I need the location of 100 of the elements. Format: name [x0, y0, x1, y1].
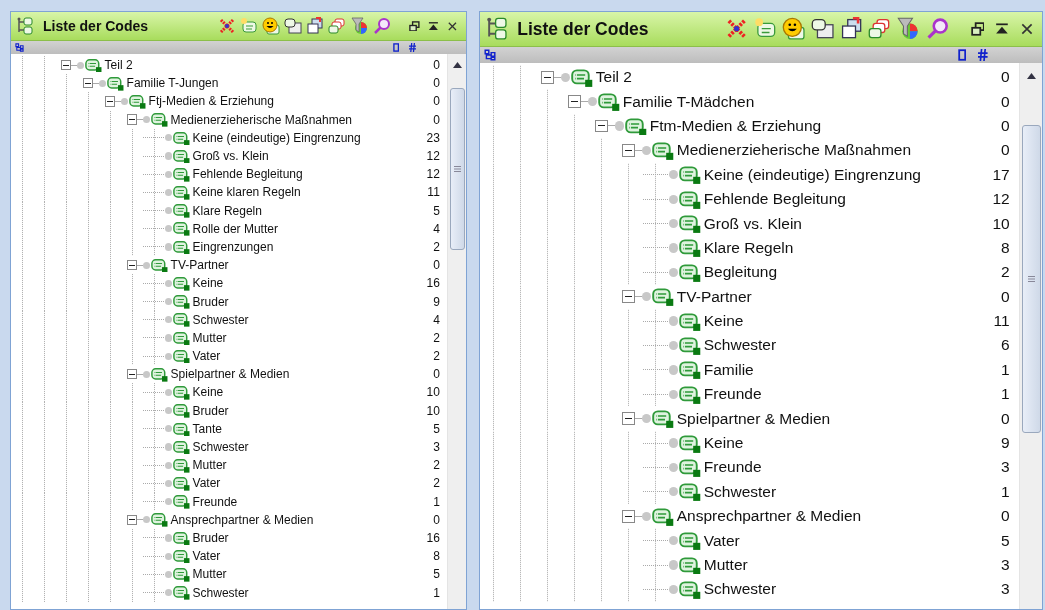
code-label[interactable]: Vater — [192, 476, 221, 491]
code-label[interactable]: Keine (eindeutige) Eingrenzung — [703, 165, 921, 184]
collapse-toggle[interactable] — [541, 70, 554, 84]
code-label[interactable]: Schwester — [192, 585, 249, 600]
collapse-toggle[interactable] — [82, 78, 94, 89]
code-label[interactable]: Schwester — [192, 312, 249, 327]
code-label[interactable]: Schwester — [703, 336, 777, 355]
collapse-toggle[interactable] — [126, 514, 138, 525]
code-label[interactable]: Keine (eindeutige) Eingrenzung — [192, 130, 361, 145]
collapse-toggle[interactable] — [622, 412, 635, 426]
cross-arrows-icon[interactable] — [217, 17, 236, 35]
code-label[interactable]: Eingrenzungen — [192, 239, 274, 254]
code-label[interactable]: Spielpartner & Medien — [170, 367, 290, 382]
collapse-toggle[interactable] — [595, 119, 608, 133]
code-label[interactable]: Schwester — [192, 440, 249, 455]
collapse-toggle[interactable] — [622, 290, 635, 304]
scroll-thumb[interactable] — [449, 88, 465, 250]
code-count: 17 — [992, 165, 1011, 184]
code-count: 0 — [433, 367, 441, 382]
code-label[interactable]: Begleitung — [703, 263, 778, 282]
search-icon[interactable] — [372, 17, 391, 35]
windows-arrow-icon[interactable] — [839, 17, 863, 41]
code-label[interactable]: TV-Partner — [170, 258, 229, 273]
hash-column-icon[interactable] — [408, 43, 416, 52]
color-filter-icon[interactable] — [897, 17, 921, 41]
collapse-toggle[interactable] — [60, 59, 72, 71]
collapse-toggle[interactable] — [568, 95, 581, 108]
smiley-icon[interactable] — [782, 17, 806, 41]
color-filter-icon[interactable] — [350, 17, 369, 35]
collapse-icon[interactable] — [995, 22, 1010, 36]
code-label[interactable]: Ansprechpartner & Medien — [170, 512, 314, 527]
code-label[interactable]: Teil 2 — [595, 68, 632, 87]
hash-column-icon[interactable] — [978, 49, 988, 61]
collapse-toggle[interactable] — [622, 143, 635, 157]
code-windows-icon[interactable] — [811, 17, 835, 41]
windows-arrow-icon[interactable] — [306, 17, 325, 35]
code-label[interactable]: Bruder — [192, 403, 229, 418]
tree-view-icon[interactable] — [15, 43, 24, 52]
code-label[interactable]: Familie T-Jungen — [126, 76, 219, 91]
code-label[interactable]: Mutter — [192, 458, 227, 473]
code-label[interactable]: Schwester — [703, 482, 777, 501]
code-label[interactable]: Bruder — [192, 294, 229, 309]
code-label[interactable]: Familie T-Mädchen — [622, 92, 755, 111]
code-icon — [85, 57, 103, 73]
code-label[interactable]: Mutter — [703, 556, 748, 574]
code-label[interactable]: Bruder — [192, 530, 229, 545]
code-label[interactable]: Keine klaren Regeln — [192, 185, 301, 200]
code-label[interactable]: Freunde — [192, 494, 238, 509]
up-arrow-icon[interactable] — [452, 62, 462, 68]
code-label[interactable]: Medienerzieherische Maßnahmen — [676, 141, 912, 160]
code-windows-icon[interactable] — [284, 17, 303, 35]
code-label[interactable]: Teil 2 — [104, 58, 133, 73]
restore-icon[interactable] — [970, 22, 985, 36]
code-label[interactable]: Groß vs. Klein — [703, 214, 802, 233]
collapse-icon[interactable] — [428, 20, 439, 32]
up-arrow-icon[interactable] — [1026, 73, 1036, 79]
code-label[interactable]: Keine — [192, 276, 224, 291]
rectangle-column-icon[interactable] — [957, 49, 966, 61]
code-label[interactable]: Vater — [192, 549, 221, 564]
code-label[interactable]: Keine — [192, 385, 224, 400]
code-label[interactable]: Schwester — [703, 580, 777, 599]
close-icon[interactable] — [1020, 22, 1034, 36]
collapse-toggle[interactable] — [104, 96, 116, 107]
code-label[interactable]: Keine — [703, 312, 744, 331]
code-label[interactable]: Groß vs. Klein — [192, 149, 269, 164]
scroll-thumb[interactable] — [1021, 125, 1041, 433]
collapse-toggle[interactable] — [622, 509, 635, 523]
code-label[interactable]: Vater — [703, 531, 740, 550]
code-label[interactable]: Ansprechpartner & Medien — [676, 507, 862, 526]
code-label[interactable]: Vater — [192, 349, 221, 364]
code-label[interactable]: Ftj-Medien & Erziehung — [148, 94, 274, 109]
stacked-codes-icon[interactable] — [868, 17, 892, 41]
code-label[interactable]: Fehlende Begleitung — [192, 167, 303, 182]
code-label[interactable]: Klare Regeln — [192, 203, 262, 218]
code-label[interactable]: Klare Regeln — [703, 238, 794, 257]
smiley-icon[interactable] — [261, 17, 280, 35]
search-icon[interactable] — [925, 17, 949, 41]
stacked-codes-icon[interactable] — [328, 17, 347, 35]
restore-icon[interactable] — [408, 20, 420, 32]
code-label[interactable]: Keine — [703, 434, 744, 453]
collapse-toggle[interactable] — [126, 369, 138, 380]
close-icon[interactable] — [447, 20, 458, 32]
code-label[interactable]: Medienerzieherische Maßnahmen — [170, 112, 352, 127]
collapse-toggle[interactable] — [126, 114, 138, 125]
code-label[interactable]: Freunde — [703, 385, 762, 404]
collapse-toggle[interactable] — [126, 259, 138, 271]
code-count: 10 — [426, 403, 441, 418]
rectangle-column-icon[interactable] — [392, 43, 400, 52]
code-label[interactable]: Spielpartner & Medien — [676, 409, 831, 428]
code-label[interactable]: Tante — [192, 421, 222, 436]
code-label[interactable]: TV-Partner — [676, 287, 752, 306]
code-label[interactable]: Freunde — [703, 458, 762, 477]
code-label[interactable]: Mutter — [192, 567, 227, 582]
code-label[interactable]: Ftm-Medien & Erziehung — [649, 116, 822, 135]
code-label[interactable]: Familie — [703, 360, 754, 379]
code-label[interactable]: Rolle der Mutter — [192, 221, 278, 236]
code-icon — [173, 476, 191, 491]
tree-view-icon[interactable] — [484, 49, 496, 61]
code-label[interactable]: Fehlende Begleitung — [703, 190, 846, 209]
code-label[interactable]: Mutter — [192, 330, 227, 345]
